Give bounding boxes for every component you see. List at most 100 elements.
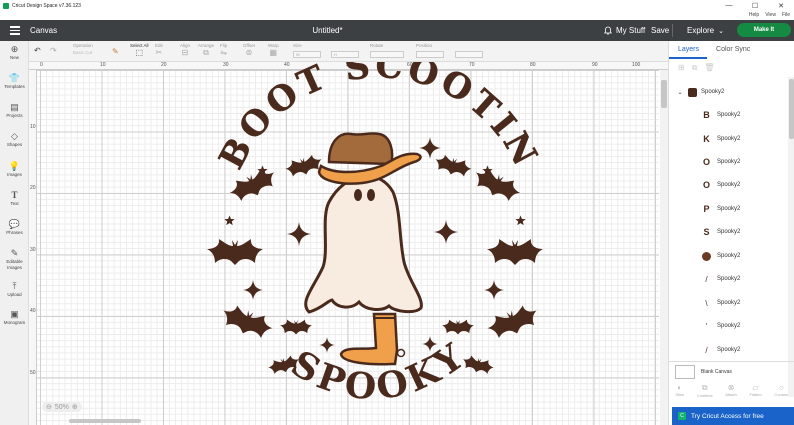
sidebar-item-upload[interactable]: ⤒ Upload [0,281,29,297]
sidebar-item-new[interactable]: ⊕ New [0,44,29,60]
menu-help[interactable]: Help [749,12,759,18]
canvas-color-swatch[interactable] [675,364,695,379]
sidebar-item-templates[interactable]: 👕 Templates [0,73,29,89]
monogram-icon: ▣ [10,309,19,319]
attach-icon: ⊗ [727,383,735,392]
group-icon[interactable]: ⊞ [678,63,685,77]
cricut-access-cta[interactable]: C Try Cricut Access for free [672,407,794,425]
scissors-icon: ✂ [155,48,163,57]
menu-view[interactable]: View [765,12,776,18]
sparkle-shape [319,337,335,353]
layer-row[interactable]: S Spooky2 [701,225,740,239]
explore-button[interactable]: Explore ⌄ [687,26,724,35]
pen-color-button[interactable]: ✎ [112,47,119,57]
slice-icon: ◐ [677,383,683,392]
sidebar-item-projects[interactable]: ▤ Projects [0,102,29,118]
delete-icon[interactable]: 🗑 [704,63,714,77]
sidebar-label: Templates [4,84,25,89]
document-title[interactable]: Untitled* [0,26,655,35]
flatten-button[interactable]: ▱ Flatten [749,383,761,405]
layer-thumbnail-icon: S [703,227,710,237]
sidebar-item-editable-images[interactable]: ✎ Editable Images [0,248,29,271]
sidebar-item-text[interactable]: T Text [0,190,29,206]
minimize-icon[interactable]: — [716,0,742,11]
rotate-input[interactable] [370,51,404,58]
layer-group-row[interactable]: ⌄ Spooky2 [669,85,724,99]
scrollbar-thumb[interactable] [661,80,667,108]
layer-row[interactable]: K Spooky2 [701,132,740,146]
chevron-down-icon: ⌄ [718,27,724,35]
zoom-out-icon[interactable]: ⊖ [46,403,52,411]
action-label: Attach [725,392,737,397]
sidebar-label: New [9,55,19,60]
layer-row[interactable]: ' Spooky2 [701,319,741,333]
layer-row[interactable]: / Spooky2 [701,343,740,357]
warp-button[interactable]: Warp ▦ [268,43,279,58]
make-it-button[interactable]: Make It [737,23,791,37]
layer-row[interactable]: O Spooky2 [701,155,740,169]
boot-scootin-spooky-artwork[interactable]: BOOT SCOOTIN SPOOKY [29,62,668,425]
undo-icon: ↶ [34,46,41,55]
height-input[interactable]: H [331,51,359,58]
redo-button[interactable]: ↷ [50,46,57,56]
design-canvas[interactable]: 0 10 20 30 40 50 60 70 80 90 100 10 20 3… [29,62,668,425]
maximize-icon[interactable]: ☐ [742,0,768,11]
edit-button[interactable]: Edit ✂ [155,43,163,58]
menu-file[interactable]: File [782,12,790,18]
zoom-in-icon[interactable]: ⊕ [72,403,78,411]
scrollbar-thumb[interactable] [789,79,794,139]
layer-name: Spooky2 [717,112,741,118]
layer-row[interactable]: B Spooky2 [701,108,740,122]
undo-button[interactable]: ↶ [34,46,41,56]
select-all-button[interactable]: Select All ⬚ [130,43,149,58]
tab-color-sync[interactable]: Color Sync [707,41,758,59]
sidebar-item-shapes[interactable]: ◇ Shapes [0,131,29,147]
size-label: Size [293,43,302,48]
canvas-horizontal-scrollbar[interactable] [69,419,141,423]
layer-row[interactable]: O Spooky2 [701,178,740,192]
duplicate-icon[interactable]: ⧉ [692,63,698,77]
ghost-body [304,174,423,314]
warp-icon: ▦ [269,48,278,57]
chevron-down-icon[interactable]: ⌄ [675,89,685,96]
tab-layers[interactable]: Layers [669,41,708,59]
my-stuff-button[interactable]: My Stuff [604,26,645,35]
sidebar-label: Phrases [6,230,23,235]
layer-row[interactable]: \ Spooky2 [701,296,740,310]
cowboy-boot [339,312,399,366]
layer-row[interactable]: P Spooky2 [701,202,740,216]
canvas-vertical-scrollbar[interactable] [660,70,668,425]
contour-button[interactable]: ○ Contour [774,383,788,405]
offset-button[interactable]: Offset ⊚ [243,43,255,58]
layer-name: Spooky2 [717,323,741,329]
sidebar-item-phrases[interactable]: 💬 Phrases [0,219,29,235]
ghost-eye-left [354,189,362,201]
action-label: Slice [675,392,685,397]
sparkle-shape [287,222,311,246]
align-button[interactable]: Align ⊟ [180,43,190,58]
flatten-icon: ▱ [752,383,759,392]
close-icon[interactable]: ✕ [768,0,794,11]
position-y-input[interactable] [455,51,483,58]
header-divider [672,24,673,37]
position-label-wrap: Position [416,43,432,48]
arrange-button[interactable]: Arrange ⧉ [198,43,214,58]
sparkle-shape [434,220,458,244]
layer-row[interactable]: / Spooky2 [701,272,740,286]
position-x-input[interactable] [416,51,444,58]
blank-canvas-row[interactable]: Blank Canvas [669,361,794,381]
sidebar-item-monogram[interactable]: ▣ Monogram [0,309,29,325]
layer-row[interactable]: Spooky2 [701,249,740,263]
operation-control[interactable]: Operation Basic Cut [73,43,113,55]
attach-button[interactable]: ⊗ Attach [725,383,736,405]
sidebar-label: Upload [7,292,22,297]
flip-button[interactable]: Flip ⇋ [220,43,227,58]
width-input[interactable]: W [293,51,321,58]
shapes-icon: ◇ [11,131,18,141]
sidebar-item-images[interactable]: 💡 Images [0,161,29,177]
slice-button[interactable]: ◐ Slice [675,383,684,405]
layers-scrollbar[interactable] [788,77,794,397]
save-button[interactable]: Save [651,26,669,35]
combine-button[interactable]: ⧉ Combine [697,383,713,405]
align-icon: ⊟ [181,48,189,57]
